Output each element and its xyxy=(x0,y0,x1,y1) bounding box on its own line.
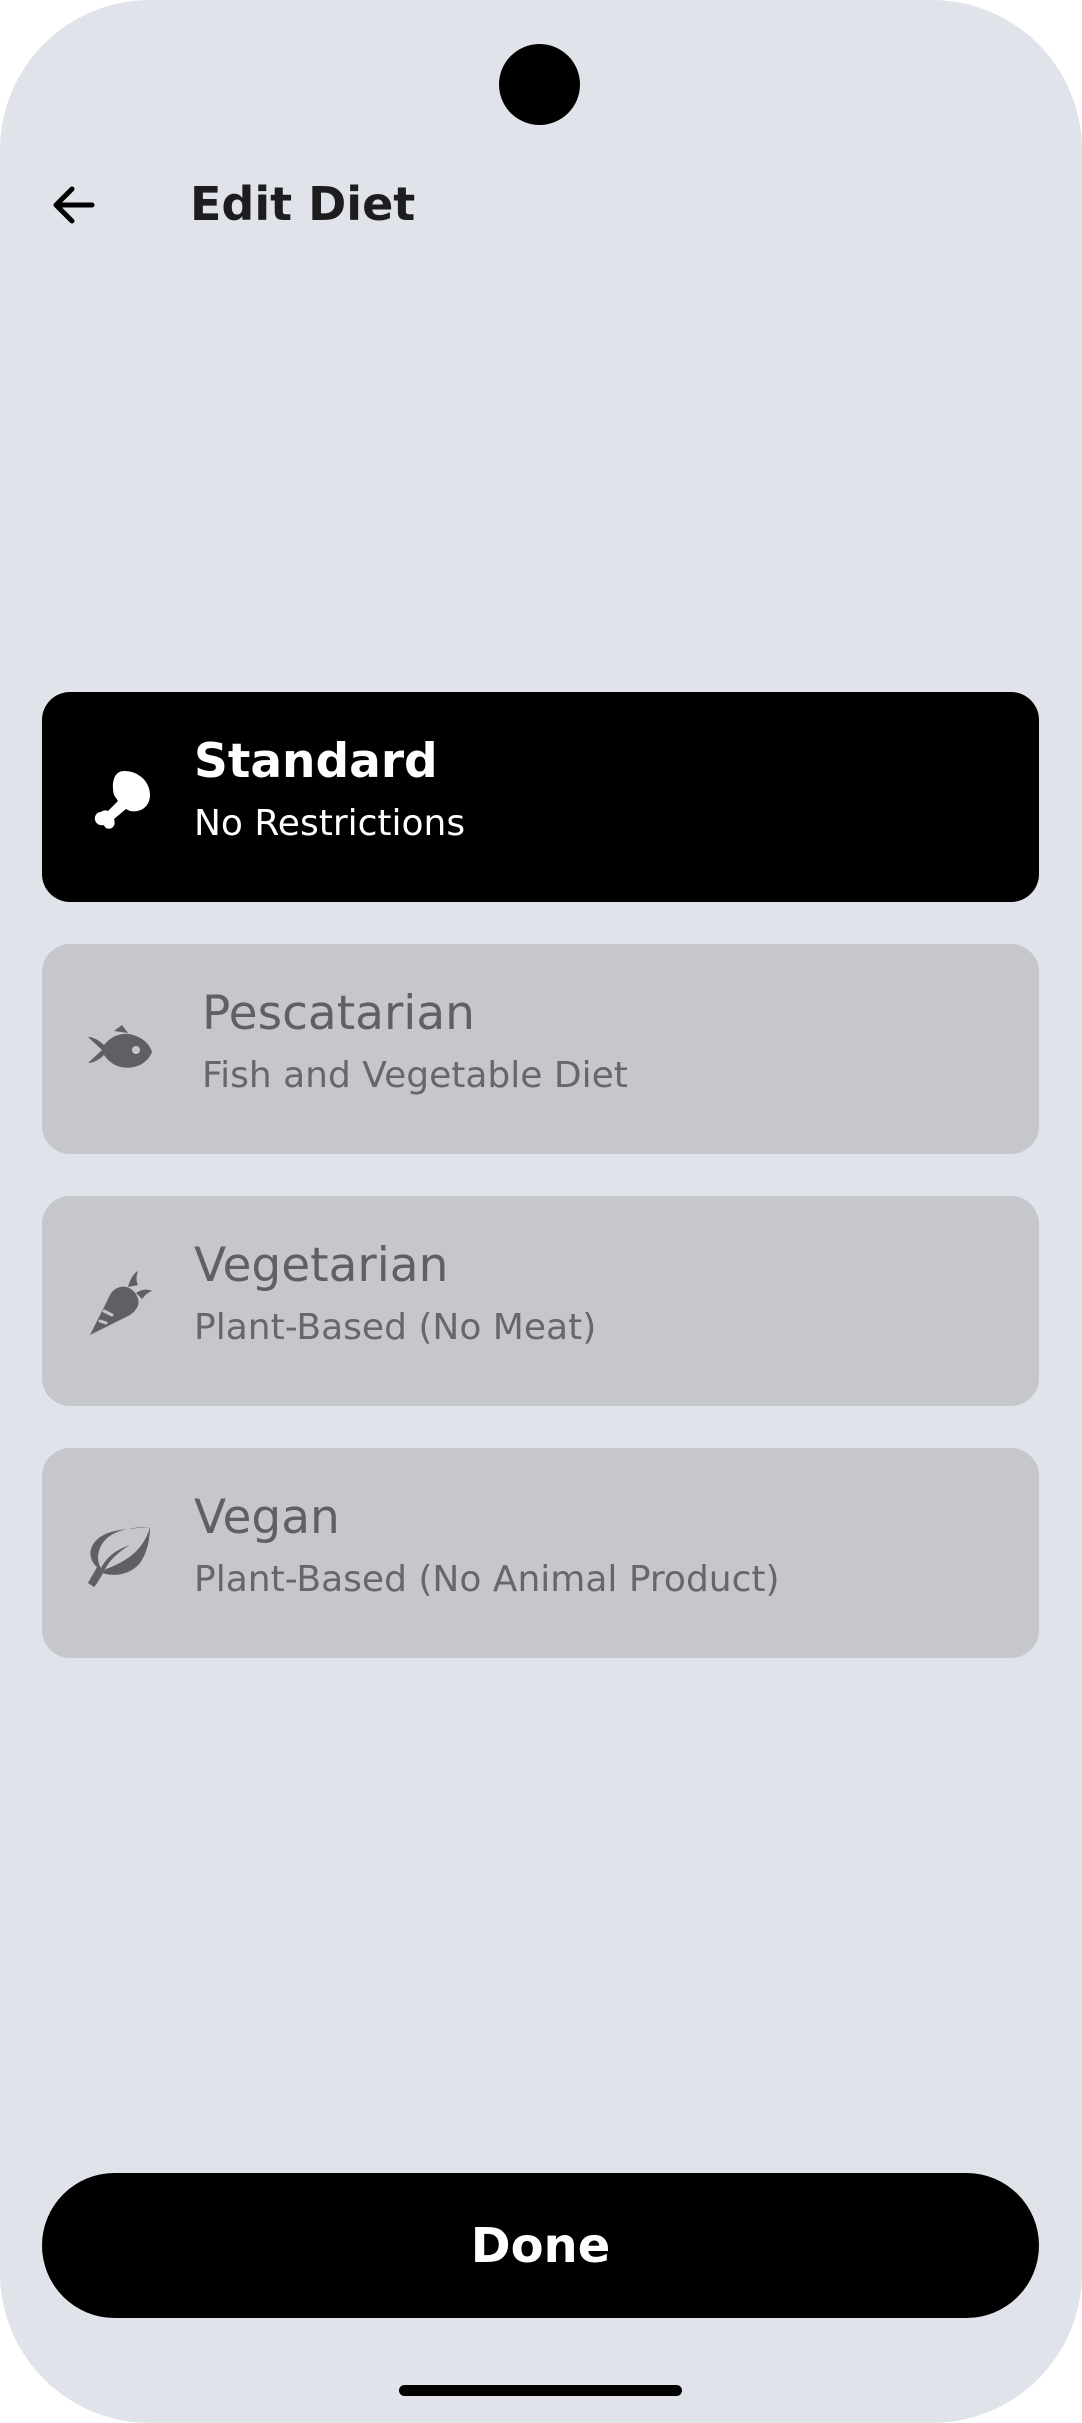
phone-screen: Edit Diet Standard No Restrictions Pesca… xyxy=(0,0,1082,2423)
page-title: Edit Diet xyxy=(190,177,416,231)
home-indicator[interactable] xyxy=(399,2385,682,2396)
fish-icon xyxy=(84,1017,154,1087)
diet-option-name: Vegetarian xyxy=(194,1238,449,1293)
diet-option-name: Pescatarian xyxy=(202,986,475,1041)
done-button[interactable]: Done xyxy=(42,2173,1039,2318)
app-header: Edit Diet xyxy=(0,160,1082,250)
drumstick-icon xyxy=(84,765,154,835)
diet-option-description: Fish and Vegetable Diet xyxy=(202,1055,628,1096)
diet-option-name: Vegan xyxy=(194,1490,340,1545)
leaf-icon xyxy=(84,1521,154,1591)
diet-option-vegetarian[interactable]: Vegetarian Plant-Based (No Meat) xyxy=(42,1196,1039,1406)
diet-option-vegan[interactable]: Vegan Plant-Based (No Animal Product) xyxy=(42,1448,1039,1658)
camera-cutout xyxy=(499,44,580,125)
carrot-icon xyxy=(84,1269,154,1339)
diet-option-standard[interactable]: Standard No Restrictions xyxy=(42,692,1039,902)
diet-option-description: No Restrictions xyxy=(194,803,466,844)
back-button[interactable] xyxy=(40,180,106,230)
diet-option-description: Plant-Based (No Meat) xyxy=(194,1307,597,1348)
diet-option-name: Standard xyxy=(194,734,438,789)
diet-option-description: Plant-Based (No Animal Product) xyxy=(194,1559,780,1600)
diet-option-pescatarian[interactable]: Pescatarian Fish and Vegetable Diet xyxy=(42,944,1039,1154)
diet-option-list: Standard No Restrictions Pescatarian Fis… xyxy=(42,692,1039,1700)
arrow-left-icon xyxy=(53,186,95,224)
